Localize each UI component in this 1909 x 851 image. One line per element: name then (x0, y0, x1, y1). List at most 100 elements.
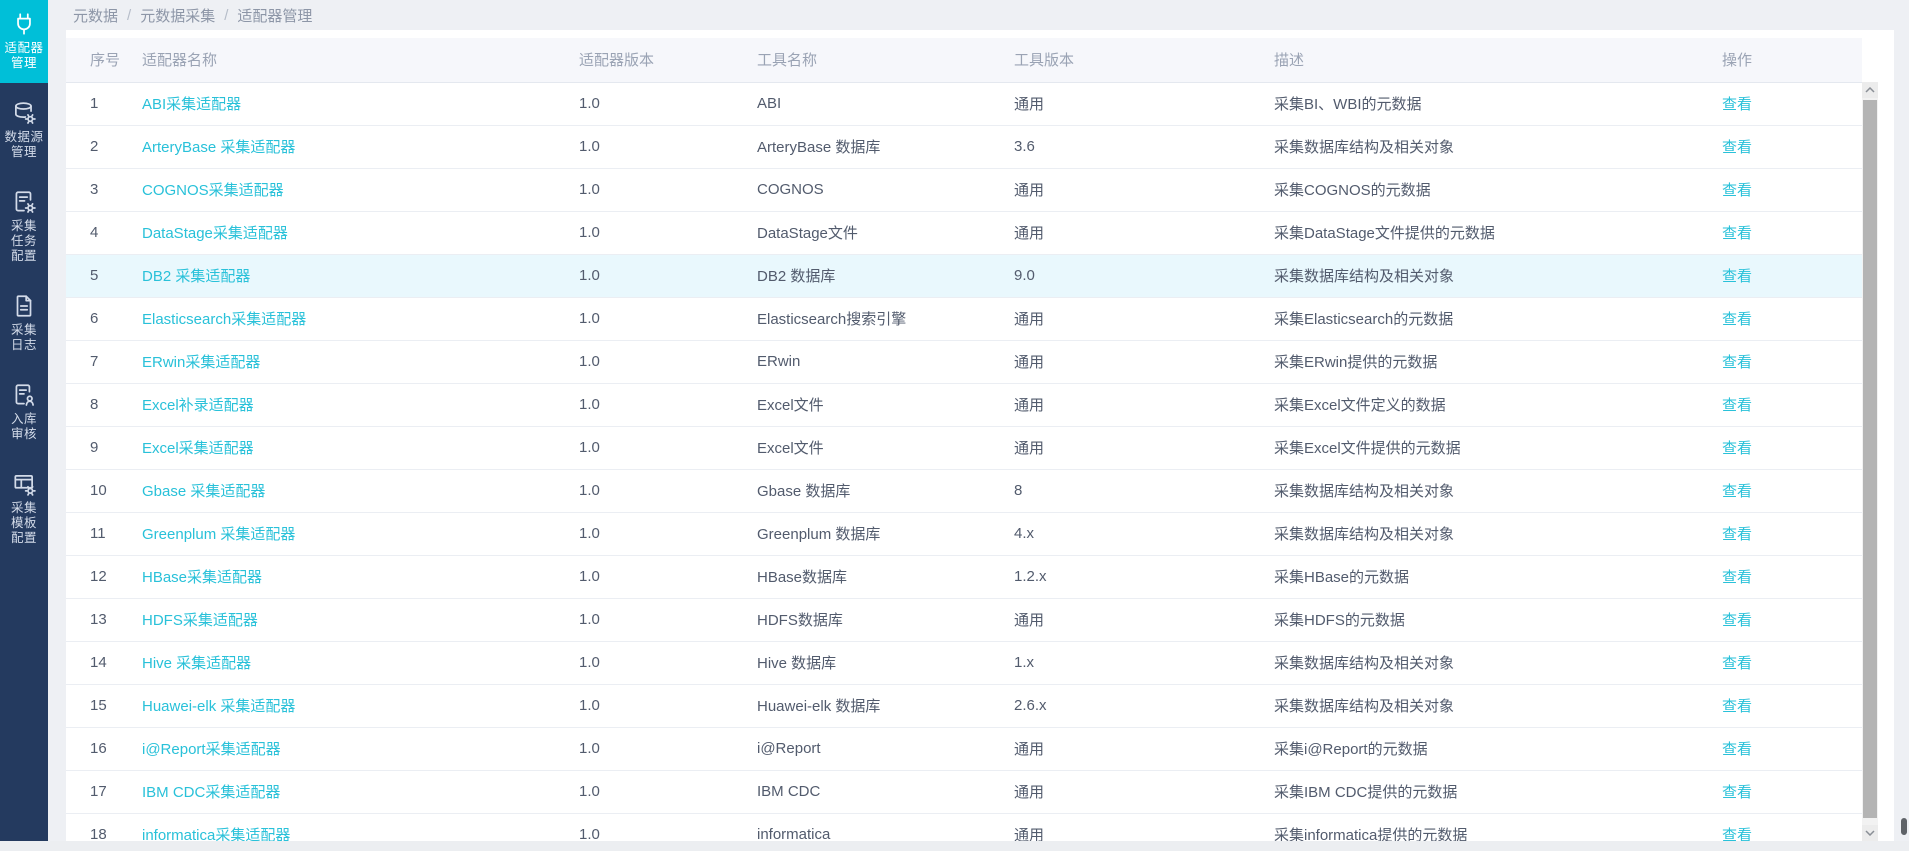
cell-description: 采集i@Report的元数据 (1274, 727, 1722, 770)
cell-tool-version: 通用 (1014, 598, 1274, 641)
adapter-name-link[interactable]: DB2 采集适配器 (142, 268, 250, 285)
scrollbar-thumb[interactable] (1863, 100, 1877, 818)
cell-adapter-version: 1.0 (579, 211, 757, 254)
document-icon (11, 293, 37, 319)
adapter-name-link[interactable]: Huawei-elk 采集适配器 (142, 698, 295, 715)
breadcrumb-item-metadata-collection[interactable]: 元数据采集 (140, 5, 215, 26)
cell-actions: 查看 (1722, 684, 1862, 727)
cell-tool-version: 通用 (1014, 813, 1274, 841)
table-row: 3COGNOS采集适配器1.0COGNOS通用采集COGNOS的元数据查看 (66, 168, 1862, 211)
cell-actions: 查看 (1722, 727, 1862, 770)
document-gear-icon (11, 189, 37, 215)
cell-actions: 查看 (1722, 770, 1862, 813)
cell-tool-name: Hive 数据库 (757, 641, 1014, 684)
adapter-name-link[interactable]: Elasticsearch采集适配器 (142, 311, 306, 328)
sidebar-item-warehouse-audit[interactable]: 入库审核 (0, 371, 48, 454)
view-link[interactable]: 查看 (1722, 397, 1752, 414)
adapter-name-link[interactable]: COGNOS采集适配器 (142, 182, 284, 199)
sidebar-item-collection-log[interactable]: 采集日志 (0, 282, 48, 365)
view-link[interactable]: 查看 (1722, 225, 1752, 242)
cell-adapter-name: ArteryBase 采集适配器 (142, 125, 579, 168)
cell-adapter-name: Greenplum 采集适配器 (142, 512, 579, 555)
view-link[interactable]: 查看 (1722, 139, 1752, 156)
cell-tool-version: 通用 (1014, 727, 1274, 770)
table-row: 17IBM CDC采集适配器1.0IBM CDC通用采集IBM CDC提供的元数… (66, 770, 1862, 813)
sidebar-item-label: 适配器管理 (4, 41, 43, 71)
view-link[interactable]: 查看 (1722, 827, 1752, 841)
cell-tool-version: 通用 (1014, 168, 1274, 211)
adapter-name-link[interactable]: Hive 采集适配器 (142, 655, 251, 672)
cell-index: 3 (66, 168, 142, 211)
view-link[interactable]: 查看 (1722, 311, 1752, 328)
adapter-name-link[interactable]: HDFS采集适配器 (142, 612, 258, 629)
cell-tool-version: 2.6.x (1014, 684, 1274, 727)
adapter-name-link[interactable]: informatica采集适配器 (142, 827, 290, 841)
cell-description: 采集informatica提供的元数据 (1274, 813, 1722, 841)
view-link[interactable]: 查看 (1722, 182, 1752, 199)
cell-adapter-name: IBM CDC采集适配器 (142, 770, 579, 813)
adapter-name-link[interactable]: ArteryBase 采集适配器 (142, 139, 295, 156)
table-row: 15Huawei-elk 采集适配器1.0Huawei-elk 数据库2.6.x… (66, 684, 1862, 727)
view-link[interactable]: 查看 (1722, 741, 1752, 758)
view-link[interactable]: 查看 (1722, 612, 1752, 629)
adapter-name-link[interactable]: Excel采集适配器 (142, 440, 254, 457)
cell-adapter-name: i@Report采集适配器 (142, 727, 579, 770)
adapter-name-link[interactable]: i@Report采集适配器 (142, 741, 281, 758)
cell-index: 15 (66, 684, 142, 727)
adapter-name-link[interactable]: DataStage采集适配器 (142, 225, 288, 242)
cell-tool-name: ERwin (757, 340, 1014, 383)
view-link[interactable]: 查看 (1722, 526, 1752, 543)
sidebar-item-collection-task-config[interactable]: 采集任务配置 (0, 178, 48, 276)
cell-tool-version: 3.6 (1014, 125, 1274, 168)
cell-description: 采集HDFS的元数据 (1274, 598, 1722, 641)
cell-actions: 查看 (1722, 641, 1862, 684)
adapter-name-link[interactable]: Gbase 采集适配器 (142, 483, 265, 500)
table-row: 7ERwin采集适配器1.0ERwin通用采集ERwin提供的元数据查看 (66, 340, 1862, 383)
cell-description: 采集数据库结构及相关对象 (1274, 125, 1722, 168)
cell-adapter-version: 1.0 (579, 297, 757, 340)
view-link[interactable]: 查看 (1722, 268, 1752, 285)
scrollbar-down-arrow-icon[interactable] (1862, 825, 1878, 841)
cell-adapter-name: HDFS采集适配器 (142, 598, 579, 641)
view-link[interactable]: 查看 (1722, 569, 1752, 586)
cell-adapter-version: 1.0 (579, 340, 757, 383)
sidebar-item-adapter-management[interactable]: 适配器管理 (0, 0, 48, 83)
window-scrollbar-thumb[interactable] (1901, 818, 1907, 835)
cell-actions: 查看 (1722, 125, 1862, 168)
view-link[interactable]: 查看 (1722, 354, 1752, 371)
view-link[interactable]: 查看 (1722, 784, 1752, 801)
table-row: 18informatica采集适配器1.0informatica通用采集info… (66, 813, 1862, 841)
view-link[interactable]: 查看 (1722, 655, 1752, 672)
cell-adapter-name: ERwin采集适配器 (142, 340, 579, 383)
cell-adapter-version: 1.0 (579, 383, 757, 426)
cell-description: 采集BI、WBI的元数据 (1274, 82, 1722, 125)
view-link[interactable]: 查看 (1722, 483, 1752, 500)
cell-index: 5 (66, 254, 142, 297)
view-link[interactable]: 查看 (1722, 698, 1752, 715)
table-row: 9Excel采集适配器1.0Excel文件通用采集Excel文件提供的元数据查看 (66, 426, 1862, 469)
view-link[interactable]: 查看 (1722, 96, 1752, 113)
breadcrumb-item-metadata[interactable]: 元数据 (73, 5, 118, 26)
scrollbar-up-arrow-icon[interactable] (1862, 82, 1878, 98)
main-content: 元数据 / 元数据采集 / 适配器管理 序号 适配器名称 适配器版本 工具名称 … (48, 0, 1909, 851)
adapter-name-link[interactable]: ERwin采集适配器 (142, 354, 260, 371)
adapter-name-link[interactable]: Excel补录适配器 (142, 397, 254, 414)
adapter-name-link[interactable]: Greenplum 采集适配器 (142, 526, 295, 543)
adapter-table-card: 序号 适配器名称 适配器版本 工具名称 工具版本 描述 操作 1ABI采集适配器… (66, 30, 1894, 841)
adapter-name-link[interactable]: ABI采集适配器 (142, 96, 241, 113)
adapter-name-link[interactable]: IBM CDC采集适配器 (142, 784, 280, 801)
cell-actions: 查看 (1722, 340, 1862, 383)
cell-adapter-name: DB2 采集适配器 (142, 254, 579, 297)
cell-actions: 查看 (1722, 426, 1862, 469)
sidebar-item-label: 数据源管理 (4, 130, 43, 160)
view-link[interactable]: 查看 (1722, 440, 1752, 457)
sidebar-item-collection-template-config[interactable]: 采集模板配置 (0, 460, 48, 558)
sidebar-item-datasource-management[interactable]: 数据源管理 (0, 89, 48, 172)
cell-tool-version: 9.0 (1014, 254, 1274, 297)
adapter-name-link[interactable]: HBase采集适配器 (142, 569, 262, 586)
table-scrollbar[interactable] (1862, 82, 1878, 841)
column-header-tool-version: 工具版本 (1014, 38, 1274, 82)
cell-index: 1 (66, 82, 142, 125)
cell-adapter-version: 1.0 (579, 684, 757, 727)
cell-adapter-name: Huawei-elk 采集适配器 (142, 684, 579, 727)
